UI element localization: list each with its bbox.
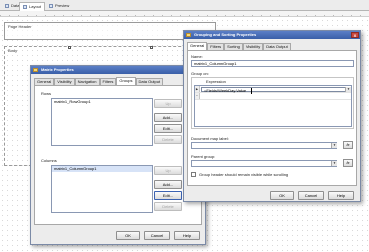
- tab-groups[interactable]: Groups: [116, 77, 136, 85]
- tab-visibility[interactable]: Visibility: [242, 43, 264, 50]
- preview-icon: [49, 4, 53, 8]
- columns-listbox[interactable]: matrix1_ColumnGroup1: [51, 165, 153, 213]
- tab-general[interactable]: General: [34, 78, 55, 85]
- rows-delete-button[interactable]: Delete: [154, 135, 182, 144]
- rows-up-button[interactable]: Up: [154, 99, 182, 108]
- grouping-dialog-titlebar: Grouping and Sorting Properties X: [184, 31, 360, 39]
- chevron-down-icon[interactable]: ▼: [331, 143, 337, 148]
- columns-up-button[interactable]: Up: [154, 166, 182, 175]
- page-header-label: Page Header: [8, 24, 32, 29]
- body-label: Body: [8, 48, 18, 53]
- grouping-cancel-button[interactable]: Cancel: [298, 191, 324, 200]
- groups-panel: Rows matrix1_RowGroup1 Up Add... Edit...…: [34, 85, 202, 225]
- tab-visibility[interactable]: Visibility: [54, 78, 75, 85]
- new-row-icon: *: [195, 93, 200, 99]
- name-label: Name:: [191, 54, 203, 59]
- matrix-dialog-tabs: General Visibility Navigation Filters Gr…: [34, 77, 164, 85]
- data-icon: [5, 4, 9, 8]
- layout-icon: [23, 5, 27, 9]
- grouping-dialog-title: Grouping and Sorting Properties: [194, 32, 257, 37]
- rows-edit-button[interactable]: Edit...: [154, 124, 182, 133]
- table-row[interactable]: ▶ =Fields!WeekDay.Value ▼: [195, 86, 351, 93]
- header-visible-checkbox[interactable]: [191, 172, 196, 177]
- expression-input[interactable]: =Fields!WeekDay.Value: [201, 87, 351, 93]
- grouping-help-button[interactable]: Help: [328, 191, 354, 200]
- table-row[interactable]: *: [195, 93, 351, 100]
- grouping-dialog-tabs: General Filters Sorting Visibility Data …: [187, 42, 291, 50]
- doc-map-combo[interactable]: [191, 142, 337, 149]
- list-item[interactable]: matrix1_RowGroup1: [52, 99, 152, 105]
- tab-layout-label: Layout: [29, 4, 42, 9]
- matrix-ok-button[interactable]: OK: [116, 231, 140, 240]
- tab-sorting[interactable]: Sorting: [224, 43, 243, 50]
- rows-listbox[interactable]: matrix1_RowGroup1: [51, 98, 153, 146]
- chevron-down-icon[interactable]: ▼: [331, 161, 337, 166]
- tab-navigation[interactable]: Navigation: [74, 78, 100, 85]
- matrix-dialog-titlebar: Matrix Properties: [31, 66, 205, 74]
- horizontal-ruler: [0, 11, 369, 17]
- matrix-help-button[interactable]: Help: [174, 231, 200, 240]
- matrix-properties-dialog: Matrix Properties General Visibility Nav…: [30, 65, 206, 245]
- general-panel: Name: matrix1_ColumnGroup1 Group on: Exp…: [187, 50, 357, 186]
- group-on-label: Group on:: [191, 71, 209, 76]
- header-visible-label: Group header should remain visible while…: [199, 172, 289, 177]
- tab-filters[interactable]: Filters: [99, 78, 117, 85]
- parent-group-combo[interactable]: [191, 160, 337, 167]
- tab-preview[interactable]: Preview: [46, 2, 72, 10]
- resize-handle[interactable]: [150, 46, 153, 49]
- grouping-ok-button[interactable]: OK: [270, 191, 294, 200]
- matrix-cancel-button[interactable]: Cancel: [144, 231, 170, 240]
- resize-handle[interactable]: [68, 46, 71, 49]
- rows-add-button[interactable]: Add...: [154, 113, 182, 122]
- grouping-sorting-dialog: Grouping and Sorting Properties X Genera…: [183, 30, 361, 202]
- dialog-app-icon: [186, 33, 191, 37]
- group-on-box: Expression ▶ =Fields!WeekDay.Value ▼ *: [191, 77, 354, 129]
- expression-input[interactable]: [201, 94, 351, 99]
- tab-data-output[interactable]: Data Output: [135, 78, 164, 85]
- matrix-dialog-title: Matrix Properties: [41, 67, 74, 72]
- tab-layout[interactable]: Layout: [19, 2, 46, 11]
- rows-label: Rows: [41, 91, 52, 96]
- columns-edit-button[interactable]: Edit...: [154, 191, 182, 200]
- tab-preview-label: Preview: [55, 3, 70, 8]
- chevron-down-icon[interactable]: ▼: [345, 87, 351, 92]
- parent-group-expression-button[interactable]: fx: [343, 159, 353, 167]
- expression-column-header: Expression: [206, 79, 226, 84]
- dialog-app-icon: [33, 68, 38, 72]
- doc-map-label: Document map label:: [191, 136, 229, 141]
- columns-delete-button[interactable]: Delete: [154, 202, 182, 211]
- text-cursor-icon: [251, 88, 252, 94]
- list-item[interactable]: matrix1_ColumnGroup1: [52, 166, 152, 172]
- doc-map-expression-button[interactable]: fx: [343, 141, 353, 149]
- tab-general[interactable]: General: [187, 42, 208, 50]
- columns-label: Columns: [41, 158, 57, 163]
- expression-grid: ▶ =Fields!WeekDay.Value ▼ *: [194, 85, 352, 127]
- current-row-icon: ▶: [195, 86, 200, 92]
- tab-filters[interactable]: Filters: [207, 43, 225, 50]
- designer-tabbar: Data Layout Preview: [0, 0, 369, 11]
- close-icon[interactable]: X: [351, 32, 359, 38]
- tab-data-output[interactable]: Data Output: [263, 43, 291, 50]
- columns-add-button[interactable]: Add...: [154, 180, 182, 189]
- parent-group-label: Parent group:: [191, 154, 216, 159]
- name-input[interactable]: matrix1_ColumnGroup1: [191, 60, 354, 67]
